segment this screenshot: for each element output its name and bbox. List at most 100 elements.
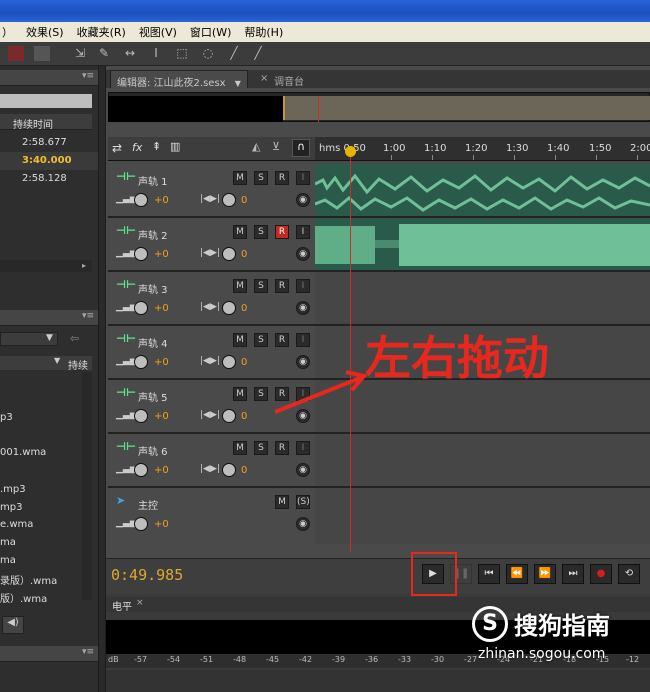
record-arm-button-active[interactable]: R [275,225,289,239]
menu-item-help[interactable]: 帮助(H) [244,24,283,40]
solo-button[interactable]: S [254,279,268,293]
volume-knob[interactable] [134,247,148,261]
vertical-scrollbar[interactable] [82,372,92,600]
menu-item-effects[interactable]: 效果(S) [26,24,64,40]
track-name[interactable]: 声轨 3 [138,281,168,296]
panel-menu-icon[interactable]: ▾≡ [82,647,94,657]
volume-value[interactable]: +0 [154,303,169,314]
sends-icon[interactable]: ⇞ [152,140,161,153]
mute-button[interactable]: M [233,333,247,347]
scroll-right-icon[interactable]: ▸ [82,261,86,270]
volume-knob[interactable] [134,193,148,207]
track-name[interactable]: 声轨 2 [138,227,168,242]
playhead-line[interactable] [350,147,351,552]
overview-visible-range[interactable] [283,96,650,120]
brush-tool-icon[interactable]: ╱ [226,46,242,61]
file-list-item[interactable]: p3 [0,412,13,423]
pan-value[interactable]: 0 [241,195,247,206]
file-list-item[interactable]: e.wma [0,519,33,530]
marquee-tool-icon[interactable]: ⬚ [174,46,190,61]
pan-knob[interactable] [222,355,236,369]
metronome-icon[interactable]: ◭ [252,140,260,153]
solo-button[interactable]: S [254,441,268,455]
mute-button[interactable]: M [233,387,247,401]
menu-item-window[interactable]: 窗口(W) [190,24,231,40]
volume-value[interactable]: +0 [154,465,169,476]
go-to-end-icon[interactable]: ⏭ [562,564,584,584]
master-lane[interactable] [315,488,650,544]
volume-knob[interactable] [134,463,148,477]
time-ruler[interactable]: hms 0:50 1:00 1:10 1:20 1:30 1:40 1:50 2… [315,137,650,161]
tab-mixer[interactable]: 调音台 [268,70,310,88]
master-name[interactable]: 主控 [138,497,158,512]
pan-knob[interactable] [222,463,236,477]
output-icon[interactable]: ◉ [296,193,310,207]
output-icon[interactable]: ◉ [296,247,310,261]
spot-heal-tool-icon[interactable]: ╱ [250,46,266,61]
menu-item-partial[interactable]: ） [2,24,13,40]
volume-value[interactable]: +0 [154,195,169,206]
audio-clip[interactable] [314,164,650,216]
tab-editor[interactable]: 编辑器: 江山此夜2.sesx ▼ [110,70,248,89]
solo-button[interactable]: S [254,333,268,347]
razor-tool-icon[interactable]: ✎ [96,46,112,61]
pan-knob[interactable] [222,409,236,423]
record-arm-button[interactable]: R [275,171,289,185]
fx-icon[interactable]: fx [132,141,142,154]
track-name[interactable]: 声轨 1 [138,173,168,188]
duration-column-header[interactable]: 持续 [68,357,88,372]
track-lane[interactable] [315,272,650,324]
mute-button[interactable]: M [233,171,247,185]
input-monitor-button[interactable]: I [296,225,310,239]
panel-divider[interactable] [98,66,106,692]
volume-value[interactable]: +0 [154,519,169,530]
input-monitor-button[interactable]: I [296,333,310,347]
input-monitor-button[interactable]: I [296,171,310,185]
track-lane[interactable] [315,434,650,486]
level-meter-title[interactable]: 电平 [112,598,132,613]
file-list-item[interactable]: 001.wma [0,447,46,458]
pan-value[interactable]: 0 [241,357,247,368]
record-button[interactable]: ● [590,564,612,584]
solo-button[interactable]: (S) [296,495,310,509]
playhead-handle[interactable] [345,146,356,157]
pan-value[interactable]: 0 [241,411,247,422]
volume-value[interactable]: +0 [154,411,169,422]
file-list-item[interactable]: 版）.wma [0,590,47,605]
track-name[interactable]: 声轨 6 [138,443,168,458]
mute-button[interactable]: M [275,495,289,509]
multitrack-view-icon[interactable] [34,46,50,61]
volume-knob[interactable] [134,517,148,531]
pan-knob[interactable] [222,193,236,207]
close-icon[interactable]: × [136,598,144,608]
panel-menu-icon[interactable]: ▾≡ [82,71,94,81]
fast-forward-icon[interactable]: ⏩ [534,564,556,584]
go-to-start-icon[interactable]: ⏮ [478,564,500,584]
volume-value[interactable]: +0 [154,249,169,260]
timecode-display[interactable]: 0:49.985 [111,566,183,584]
move-tool-icon[interactable]: ⇲ [72,46,88,61]
slip-tool-icon[interactable]: ↔ [122,46,138,61]
duration-column-header[interactable]: 持续时间 [13,116,53,131]
search-field[interactable] [0,94,92,108]
pan-value[interactable]: 0 [241,465,247,476]
mute-button[interactable]: M [233,441,247,455]
track-name[interactable]: 声轨 4 [138,335,168,350]
volume-knob[interactable] [134,355,148,369]
file-row[interactable]: 2:58.128 [0,170,98,188]
output-icon[interactable]: ◉ [296,301,310,315]
swap-icon[interactable]: ⇄ [112,141,122,155]
input-monitor-icon[interactable]: ⊻ [272,140,280,153]
file-list-item[interactable]: .mp3 [0,484,26,495]
input-monitor-button[interactable]: I [296,279,310,293]
time-selection-tool-icon[interactable]: Ⅰ [148,46,164,61]
eq-icon[interactable]: ▥ [170,140,180,153]
tab-menu-icon[interactable]: ▼ [235,79,241,88]
record-arm-button[interactable]: R [275,333,289,347]
output-icon[interactable]: ◉ [296,517,310,531]
input-monitor-button[interactable]: I [296,441,310,455]
lasso-tool-icon[interactable]: ◌ [200,46,216,61]
pan-value[interactable]: 0 [241,249,247,260]
record-arm-button[interactable]: R [275,279,289,293]
speaker-icon[interactable]: ◀) [2,616,24,634]
